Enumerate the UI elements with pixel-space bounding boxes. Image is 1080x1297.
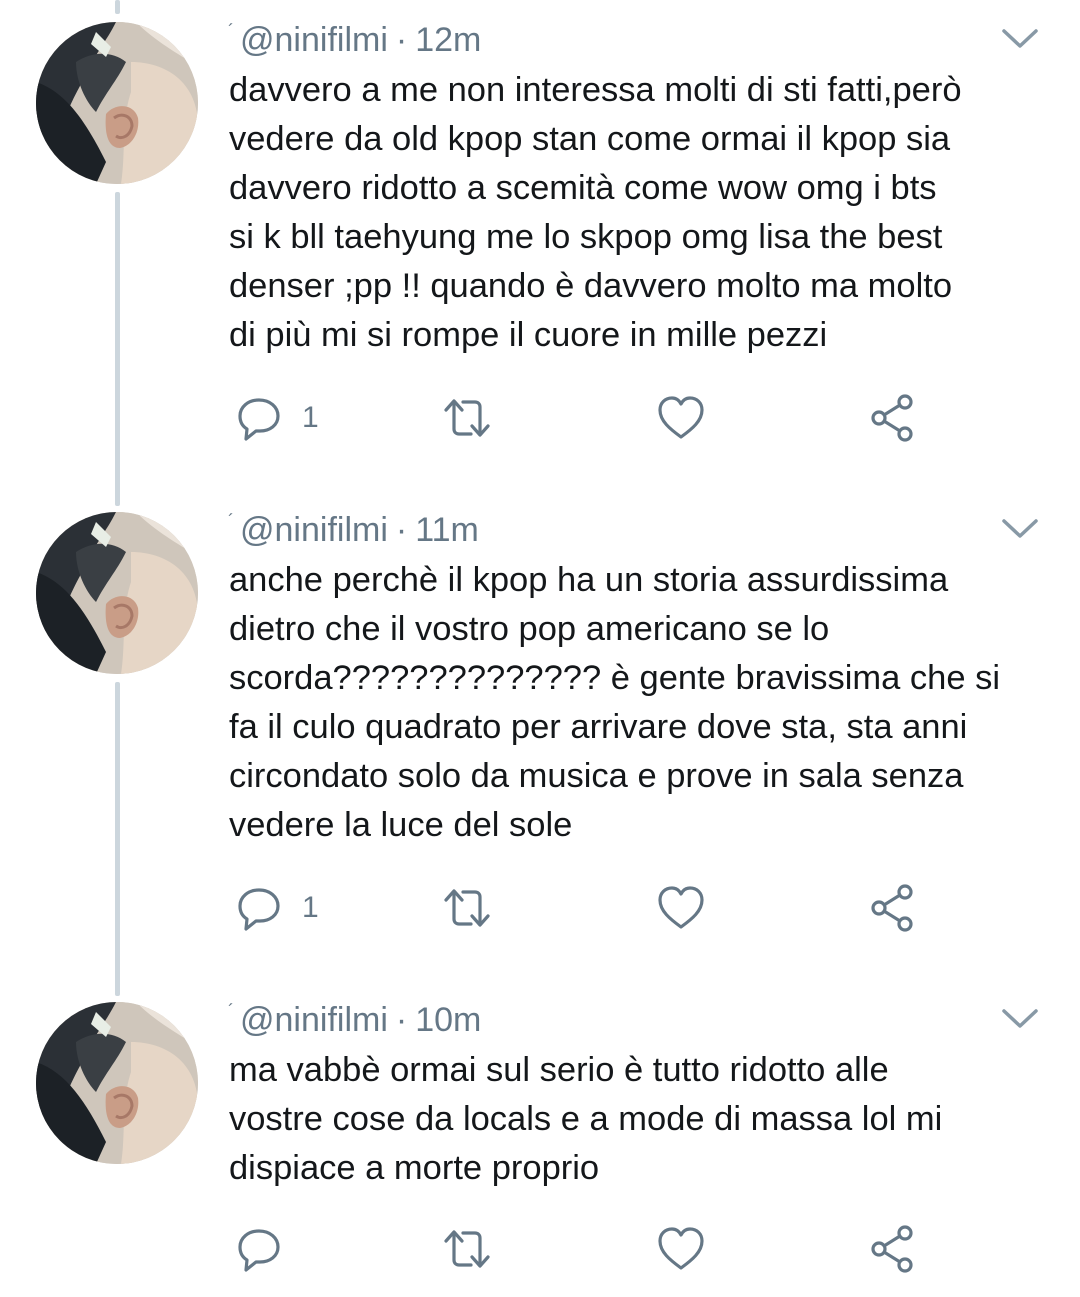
timestamp[interactable]: 12m	[415, 21, 481, 60]
reply-tick-icon: ´	[228, 1000, 234, 1021]
avatar[interactable]	[36, 1002, 198, 1164]
like-button[interactable]	[656, 1224, 706, 1274]
tweet-text-line: vostre cose da locals e a mode di massa …	[229, 1100, 943, 1138]
tweet-header: ´ @ninifilmi · 12m	[228, 18, 481, 62]
avatar[interactable]	[36, 512, 198, 674]
action-bar	[228, 1224, 928, 1274]
retweet-icon	[440, 393, 494, 443]
tweet-text: anche perchè il kpop ha un storia assurd…	[229, 556, 1059, 850]
reply-icon	[234, 393, 284, 443]
tweet-text-line: vedere la luce del sole	[229, 806, 573, 844]
tweet-text: ma vabbè ormai sul serio è tutto ridotto…	[229, 1046, 1059, 1193]
tweet-text-line: si k bll taehyung me lo skpop omg lisa t…	[229, 218, 943, 256]
timestamp[interactable]: 11m	[415, 511, 479, 550]
share-button[interactable]	[868, 883, 918, 933]
action-bar: 1	[228, 393, 928, 443]
retweet-button[interactable]	[440, 393, 494, 443]
like-icon	[656, 1224, 706, 1274]
tweet-text-line: denser ;pp !! quando è davvero molto ma …	[229, 267, 953, 305]
reply-icon	[234, 1224, 284, 1274]
tweet-text-line: di più mi si rompe il cuore in mille pez…	[229, 316, 828, 354]
like-icon	[656, 883, 706, 933]
chevron-down-icon[interactable]	[1000, 516, 1040, 542]
action-bar: 1	[228, 883, 928, 933]
chevron-down-icon[interactable]	[1000, 26, 1040, 52]
tweet-text-line: fa il culo quadrato per arrivare dove st…	[229, 708, 968, 746]
timestamp[interactable]: 10m	[415, 1001, 481, 1040]
share-button[interactable]	[868, 393, 918, 443]
like-button[interactable]	[656, 883, 706, 933]
thread-line-1	[115, 192, 120, 506]
thread-line-top	[115, 0, 120, 14]
share-icon	[868, 883, 918, 933]
reply-button[interactable]: 1	[234, 393, 319, 443]
tweet-text-line: ma vabbè ormai sul serio è tutto ridotto…	[229, 1051, 889, 1089]
like-icon	[656, 393, 706, 443]
tweet-text-line: scorda?????????????? è gente bravissima …	[229, 659, 1001, 697]
reply-count: 1	[302, 891, 319, 924]
tweet-header: ´ @ninifilmi · 11m	[228, 508, 479, 552]
retweet-button[interactable]	[440, 1224, 494, 1274]
tweet-text-line: davvero a me non interessa molti di sti …	[229, 71, 962, 109]
user-handle[interactable]: @ninifilmi	[240, 1001, 388, 1040]
tweet-text: davvero a me non interessa molti di sti …	[229, 66, 1059, 360]
retweet-icon	[440, 883, 494, 933]
thread-line-2	[115, 682, 120, 996]
tweet-header: ´ @ninifilmi · 10m	[228, 998, 481, 1042]
retweet-button[interactable]	[440, 883, 494, 933]
avatar[interactable]	[36, 22, 198, 184]
tweet-text-line: dietro che il vostro pop americano se lo	[229, 610, 830, 648]
tweet-text-line: circondato solo da musica e prove in sal…	[229, 757, 964, 795]
separator: ·	[395, 1000, 408, 1039]
like-button[interactable]	[656, 393, 706, 443]
tweet-text-line: dispiace a morte proprio	[229, 1149, 600, 1187]
reply-button[interactable]: 1	[234, 883, 319, 933]
reply-tick-icon: ´	[228, 20, 234, 41]
user-handle[interactable]: @ninifilmi	[240, 21, 388, 60]
tweet-text-line: anche perchè il kpop ha un storia assurd…	[229, 561, 949, 599]
reply-tick-icon: ´	[228, 510, 234, 531]
reply-icon	[234, 883, 284, 933]
tweet-text-line: vedere da old kpop stan come ormai il kp…	[229, 120, 951, 158]
separator: ·	[395, 510, 408, 549]
share-icon	[868, 393, 918, 443]
retweet-icon	[440, 1224, 494, 1274]
reply-button[interactable]	[234, 1224, 302, 1274]
share-icon	[868, 1224, 918, 1274]
separator: ·	[395, 20, 408, 59]
share-button[interactable]	[868, 1224, 918, 1274]
tweet-text-line: davvero ridotto a scemità come wow omg i…	[229, 169, 937, 207]
chevron-down-icon[interactable]	[1000, 1006, 1040, 1032]
reply-count: 1	[302, 401, 319, 434]
user-handle[interactable]: @ninifilmi	[240, 511, 388, 550]
